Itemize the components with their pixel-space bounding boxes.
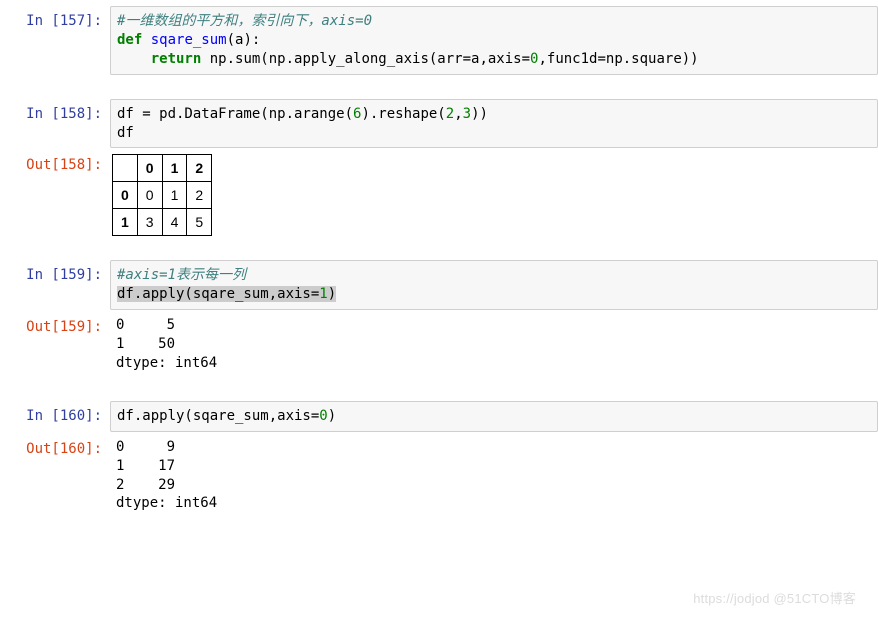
row-index: 0 [113,182,138,209]
table-cell: 3 [137,209,162,236]
code-text: ) [328,286,336,302]
code-comment: #axis=1表示每一列 [117,267,246,283]
output-text: 0 9 1 17 2 29 dtype: int64 [110,434,878,518]
num-literal: 1 [319,286,327,302]
output-cell: Out[158]: 0 1 2 0 0 1 2 1 3 4 5 [0,150,878,236]
table-cell: 1 [162,182,187,209]
input-prompt: In [160]: [0,401,110,432]
num-literal: 2 [446,106,454,122]
code-text: df.apply(sqare_sum,axis= [117,408,319,424]
input-prompt: In [158]: [0,99,110,149]
code-block[interactable]: #axis=1表示每一列 df.apply(sqare_sum,axis=1) [110,260,878,310]
code-text: df.apply(sqare_sum,axis= [117,286,319,302]
code-text: , [454,106,462,122]
code-text: ,func1d=np.square)) [538,51,698,67]
code-indent [117,51,151,67]
output-cell: Out[159]: 0 5 1 50 dtype: int64 [0,312,878,377]
output-cell: Out[160]: 0 9 1 17 2 29 dtype: int64 [0,434,878,518]
code-block[interactable]: df.apply(sqare_sum,axis=0) [110,401,878,432]
table-cell: 5 [187,209,212,236]
code-cell: In [159]: #axis=1表示每一列 df.apply(sqare_su… [0,260,878,310]
code-block[interactable]: #一维数组的平方和，索引向下，axis=0 def sqare_sum(a): … [110,6,878,75]
code-text: (a): [227,32,261,48]
output-content: 0 9 1 17 2 29 dtype: int64 [110,434,878,518]
col-header: 0 [137,155,162,182]
code-text: np.sum(np.apply_along_axis(arr=a,axis= [201,51,530,67]
table-header-row: 0 1 2 [113,155,212,182]
num-literal: 0 [319,408,327,424]
keyword-def: def [117,32,142,48]
keyword-return: return [151,51,202,67]
col-header: 2 [187,155,212,182]
row-index: 1 [113,209,138,236]
output-content: 0 1 2 0 0 1 2 1 3 4 5 [110,150,878,236]
table-row: 0 0 1 2 [113,182,212,209]
code-text: ).reshape( [361,106,445,122]
output-text: 0 5 1 50 dtype: int64 [110,312,878,377]
code-cell: In [157]: #一维数组的平方和，索引向下，axis=0 def sqar… [0,6,878,75]
code-cell: In [158]: df = pd.DataFrame(np.arange(6)… [0,99,878,149]
output-prompt: Out[158]: [0,150,110,236]
code-comment: #一维数组的平方和，索引向下，axis=0 [117,13,372,29]
watermark-text: https://jodjod @51CTO博客 [693,588,856,607]
table-corner [113,155,138,182]
table-cell: 0 [137,182,162,209]
dataframe-table: 0 1 2 0 0 1 2 1 3 4 5 [112,154,212,236]
output-prompt: Out[160]: [0,434,110,518]
code-text: ) [328,408,336,424]
func-name: sqare_sum [151,32,227,48]
cell-content: #axis=1表示每一列 df.apply(sqare_sum,axis=1) [110,260,878,310]
table-cell: 4 [162,209,187,236]
code-text [142,32,150,48]
cell-content: df.apply(sqare_sum,axis=0) [110,401,878,432]
cell-content: df = pd.DataFrame(np.arange(6).reshape(2… [110,99,878,149]
col-header: 1 [162,155,187,182]
num-literal: 3 [463,106,471,122]
input-prompt: In [157]: [0,6,110,75]
code-text: df = pd.DataFrame(np.arange( [117,106,353,122]
code-block[interactable]: df = pd.DataFrame(np.arange(6).reshape(2… [110,99,878,149]
code-cell: In [160]: df.apply(sqare_sum,axis=0) [0,401,878,432]
input-prompt: In [159]: [0,260,110,310]
output-prompt: Out[159]: [0,312,110,377]
table-cell: 2 [187,182,212,209]
cell-content: #一维数组的平方和，索引向下，axis=0 def sqare_sum(a): … [110,6,878,75]
table-row: 1 3 4 5 [113,209,212,236]
highlighted-code: df.apply(sqare_sum,axis=1) [117,286,336,302]
output-content: 0 5 1 50 dtype: int64 [110,312,878,377]
